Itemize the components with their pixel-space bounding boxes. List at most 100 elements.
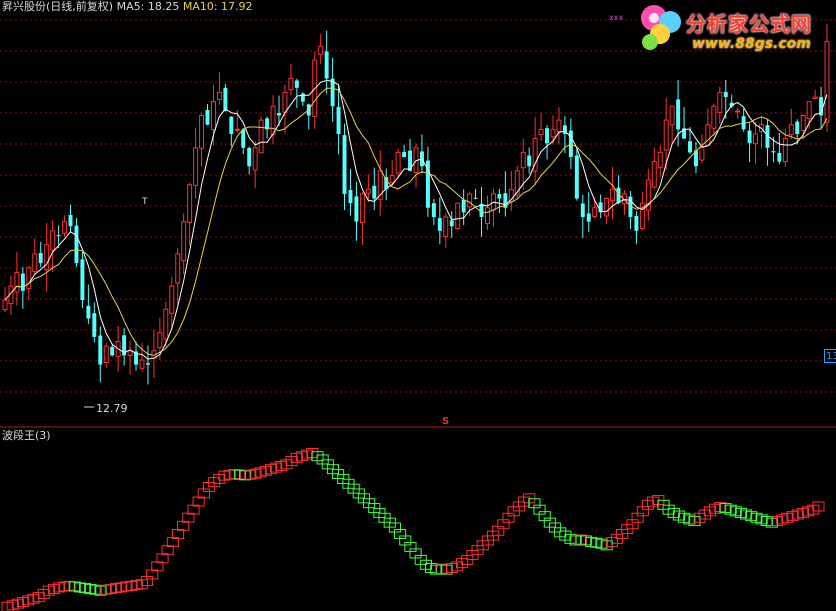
candle-body (586, 213, 591, 222)
candle-body (223, 87, 228, 111)
candle-body (74, 225, 79, 264)
candle-body (252, 147, 258, 171)
watermark-logo: 分析家公式网 www.88gs.com (636, 2, 834, 60)
ma5-line (4, 79, 828, 360)
candle-body (80, 259, 85, 301)
candle-body (663, 119, 669, 151)
candle-body (402, 152, 407, 158)
t-mark: T (142, 197, 148, 207)
candle-body (247, 147, 252, 167)
candle-body (550, 128, 556, 138)
ma5-label: MA5: (116, 0, 145, 13)
candle-body (169, 285, 175, 314)
candle-body (145, 363, 150, 365)
candle-body (395, 151, 401, 174)
candle-body (210, 101, 216, 131)
ma10-label: MA10: (182, 0, 218, 13)
candle-body (747, 130, 752, 144)
candle-body (216, 91, 222, 100)
candle-body (431, 203, 436, 217)
candle-body (110, 346, 115, 356)
candle-body (711, 105, 717, 129)
candle-body (699, 147, 705, 161)
candle-body (318, 45, 324, 56)
s-marker[interactable]: S (442, 416, 449, 427)
chart-header: 昇兴股份(日线,前复权) MA5: 18.25 MA10: 17.92 (2, 0, 253, 13)
candle-body (497, 194, 502, 199)
candle-body (20, 273, 25, 291)
candle-body (56, 235, 61, 237)
candle-body (753, 133, 759, 145)
candle-body (98, 335, 103, 365)
candle-body (348, 189, 353, 204)
candle-body (610, 188, 616, 202)
ma10-value: 17.92 (221, 0, 253, 13)
candle-body (193, 147, 199, 186)
candle-body (520, 151, 526, 169)
candle-body (181, 221, 187, 262)
candle-body (359, 193, 365, 223)
candle-body (592, 207, 598, 218)
candle-body (68, 214, 73, 227)
candle-body (485, 207, 490, 225)
stock-chart (0, 19, 836, 611)
candle-body (538, 128, 544, 136)
candle-body (717, 91, 723, 113)
candle-body (545, 128, 550, 144)
candle-body (455, 202, 461, 230)
candle-body (777, 152, 782, 162)
ma5-value: 18.25 (147, 0, 180, 13)
candle-body (467, 193, 473, 208)
candle-body (556, 119, 562, 133)
candle-body (139, 359, 145, 369)
candle-body (473, 197, 478, 199)
candle-body (103, 345, 109, 364)
candle-body (527, 155, 532, 167)
candle-body (336, 106, 341, 134)
wave-indicator-series[interactable] (1, 447, 825, 611)
candle-body (258, 119, 264, 154)
candle-body (282, 91, 288, 113)
candle-body (657, 151, 663, 168)
stock-title: 昇兴股份(日线,前复权) (2, 0, 114, 13)
indicator-title: 波段王(3) (2, 429, 51, 442)
candle-body (92, 313, 97, 337)
candle-body (199, 115, 205, 149)
candle-body (86, 305, 91, 319)
candle-body (50, 230, 56, 251)
candle-body (234, 128, 240, 131)
candle-body (32, 253, 38, 272)
candle-body (2, 299, 8, 310)
candle-body (669, 105, 675, 126)
moving-average-lines (4, 79, 828, 360)
candle-body (163, 308, 169, 340)
watermark-title: 分析家公式网 (686, 12, 812, 36)
candle-body (651, 161, 657, 188)
candle-body (574, 155, 579, 199)
candle-body (354, 196, 359, 222)
right-edge-price-label: 13 (824, 349, 836, 363)
candle-body (723, 91, 728, 98)
candle-body (294, 80, 299, 88)
candle-body (324, 51, 329, 79)
candle-body (365, 188, 371, 194)
candle-body (127, 350, 133, 356)
top-mark: xxx (609, 13, 624, 22)
candle-body (175, 253, 181, 284)
candle-body (372, 185, 377, 199)
candle-body (342, 135, 347, 194)
candle-body (38, 253, 43, 264)
candle-body (676, 99, 681, 130)
candle-body (241, 129, 246, 148)
candle-body (277, 113, 281, 116)
candle-body (14, 271, 20, 293)
candle-body (389, 174, 395, 184)
candle-body (449, 220, 454, 227)
candle-body (782, 138, 788, 163)
candle-body (771, 151, 776, 153)
watermark-url: www.88gs.com (692, 36, 811, 52)
candle-body (580, 203, 585, 217)
candle-body (205, 110, 210, 125)
candle-body (688, 141, 692, 153)
balloon-logo-icon (641, 5, 681, 50)
